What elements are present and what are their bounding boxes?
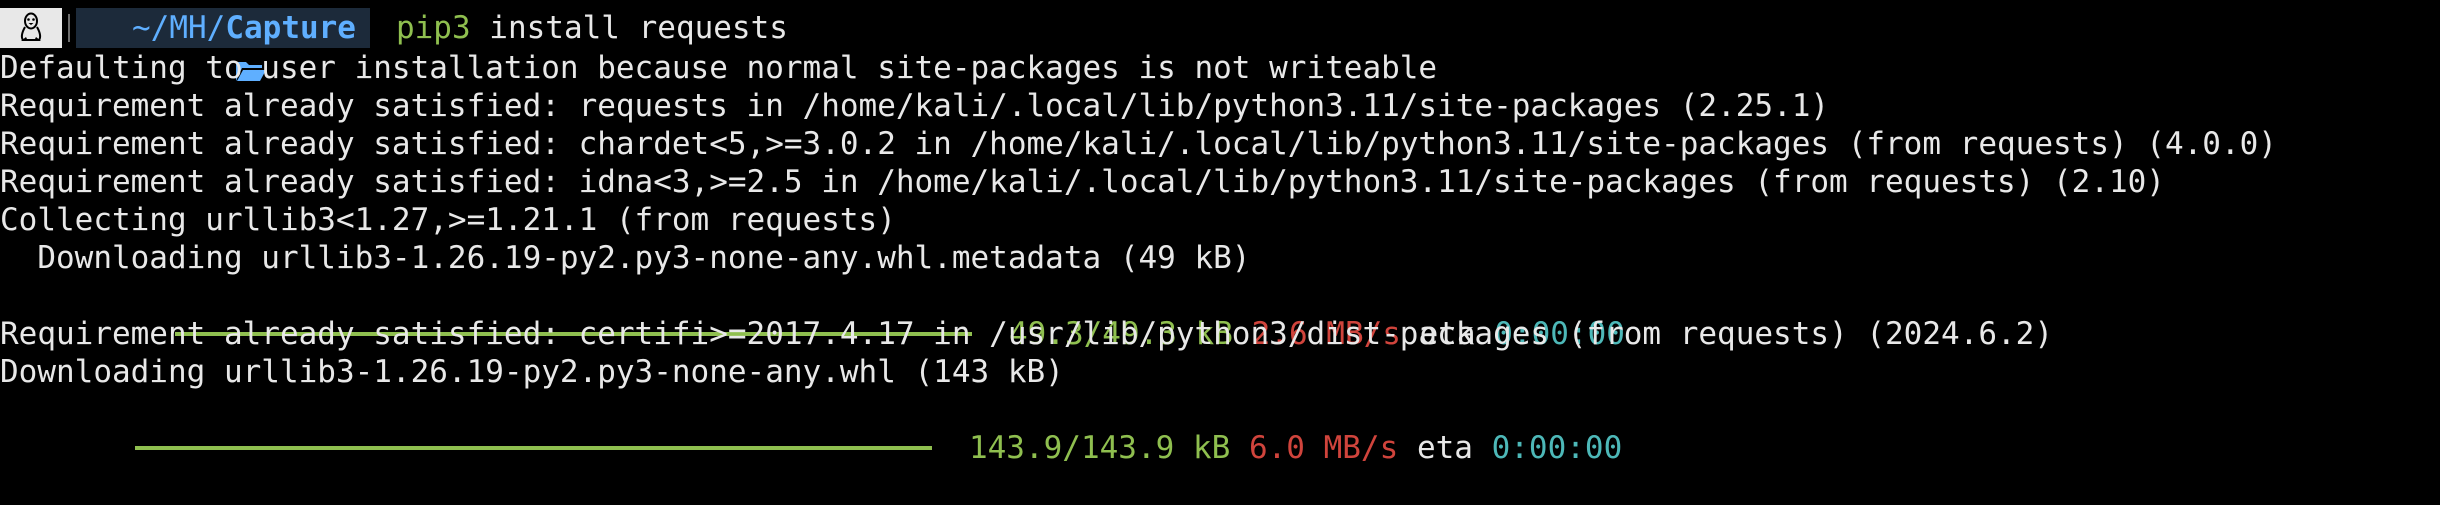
output-line: Requirement already satisfied: idna<3,>=…	[0, 164, 2165, 200]
command-args: install requests	[470, 10, 788, 46]
progress-bar	[134, 445, 932, 450]
eta-value: 0:00:00	[1491, 430, 1623, 466]
command-name: pip3	[395, 10, 471, 46]
output-line: Downloading urllib3-1.26.19-py2.py3-none…	[0, 240, 1251, 276]
prompt-separator	[62, 8, 76, 48]
output-line: Requirement already satisfied: chardet<5…	[0, 126, 2277, 162]
output-line: Defaulting to user installation because …	[0, 50, 1438, 86]
output-line: Requirement already satisfied: requests …	[0, 88, 1830, 124]
path-prefix: ~/MH/	[132, 10, 226, 46]
output-line: Requirement already satisfied: certifi>=…	[0, 316, 2053, 352]
linux-penguin-icon	[0, 8, 62, 48]
command-line[interactable]: pip3 install requests	[396, 9, 788, 47]
download-size: 143.9/143.9 kB	[968, 430, 1231, 466]
eta-label: eta	[1416, 430, 1473, 466]
shell-prompt: ~/MH/Capture pip3 install requests	[0, 8, 788, 81]
terminal-window[interactable]: ~/MH/Capture pip3 install requests Defau…	[0, 0, 2440, 466]
folder-open-icon	[86, 16, 267, 81]
output-line: Downloading urllib3-1.26.19-py2.py3-none…	[0, 354, 1064, 390]
current-directory: ~/MH/Capture	[76, 8, 370, 81]
output-line: Collecting urllib3<1.27,>=1.21.1 (from r…	[0, 202, 896, 238]
progress-line: 143.9/143.9 kB 6.0 MB/s eta 0:00:00	[0, 391, 1622, 466]
progress-line: 49.3/49.3 kB 2.6 MB/s eta 0:00:00	[0, 277, 1625, 352]
download-speed: 6.0 MB/s	[1248, 430, 1399, 466]
path-current: Capture	[225, 10, 356, 46]
